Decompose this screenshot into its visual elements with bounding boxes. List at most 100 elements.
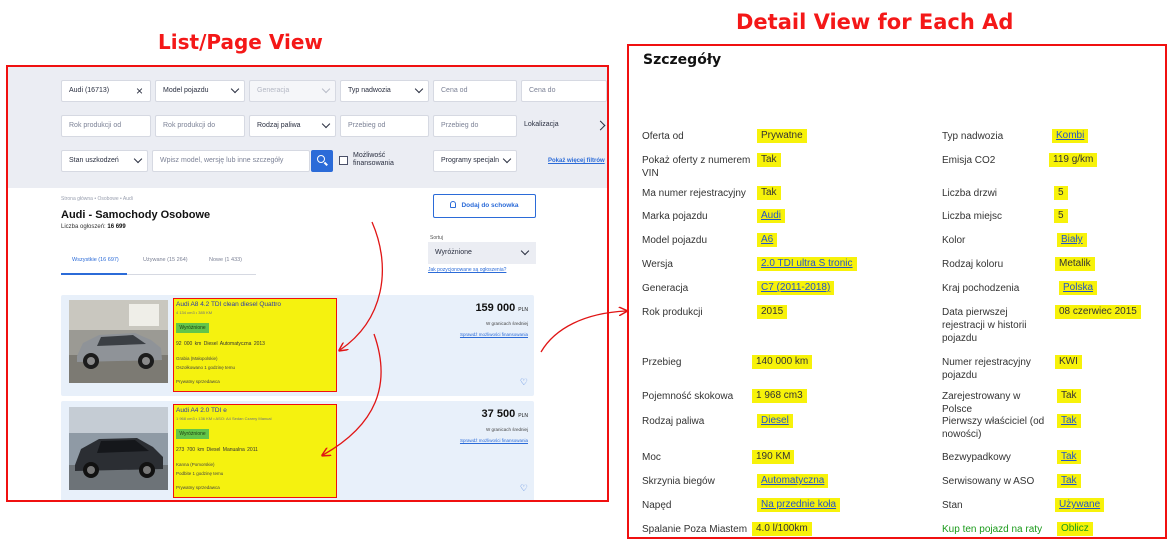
search-button[interactable] [311, 150, 333, 172]
detail-value-bezwypadkowy[interactable]: Tak [1057, 450, 1081, 464]
ad-title[interactable]: Audi A4 2.0 TDI e [176, 407, 227, 414]
detail-label-pojemnosc-skokowa: Pojemność skokowa [642, 391, 734, 402]
listing-item[interactable]: Audi A4 2.0 TDI e 1 968 cm3 • 136 KM • A… [61, 401, 534, 500]
damage-filter-label: Stan uszkodzeń [69, 157, 119, 164]
make-filter[interactable]: Audi (16713) × [61, 80, 151, 102]
canvas: List/Page View Detail View for Each Ad A… [0, 0, 1170, 540]
chevron-down-icon [414, 84, 424, 94]
ad-title[interactable]: Audi A8 4.2 TDI clean diesel Quattro [176, 301, 281, 308]
detail-label-rok-produkcji: Rok produkcji [642, 307, 703, 318]
ad-price: 37 500 PLN [481, 408, 528, 420]
detail-value-przebieg: 140 000 km [752, 355, 813, 369]
sort-select[interactable]: Wyróżnione [428, 242, 536, 264]
heart-icon[interactable]: ♡ [520, 377, 528, 388]
detail-value-numer-rejestracyjny-pojazdu: KWI [1055, 355, 1082, 369]
detail-value-typ-nadwozia[interactable]: Kombi [1052, 129, 1089, 143]
financing-link[interactable]: Sprawdź możliwości finansowania [460, 438, 528, 443]
detail-label-naped: Napęd [642, 500, 672, 511]
price-to-input[interactable]: Cena do [521, 80, 607, 102]
tab-used[interactable]: Używane (15 264) [143, 257, 188, 263]
detail-value-kolor[interactable]: Biały [1057, 233, 1087, 247]
detail-label-kolor: Kolor [942, 235, 966, 246]
detail-value-wersja[interactable]: 2.0 TDI ultra S tronic [757, 257, 857, 271]
detail-view-heading: Detail View for Each Ad [736, 10, 1014, 34]
active-tab-indicator [61, 273, 127, 275]
detail-value-kraj-pochodzenia[interactable]: Polska [1059, 281, 1098, 295]
clear-icon[interactable]: × [136, 81, 143, 101]
fuel-filter[interactable]: Rodzaj paliwa [249, 115, 336, 137]
listing-item[interactable]: Audi A8 4.2 TDI clean diesel Quattro 4 1… [61, 295, 534, 396]
price-from-input[interactable]: Cena od [433, 80, 517, 102]
detail-value-generacja[interactable]: C7 (2011-2018) [757, 281, 835, 295]
detail-label-przebieg: Przebieg [642, 357, 682, 368]
detail-value-liczba-drzwi: 5 [1054, 186, 1068, 200]
make-filter-value: Audi (16713) [69, 87, 110, 94]
car-photo[interactable] [69, 407, 168, 490]
add-to-favorites-button[interactable]: Dodaj do schowka [433, 194, 536, 218]
detail-value-serwisowany-w-aso[interactable]: Tak [1057, 474, 1081, 488]
generation-filter[interactable]: Generacja [249, 80, 336, 102]
ad-posted: Oszołkowano 1 godzinę temu [176, 365, 236, 370]
positioning-info-link[interactable]: Jak pozycjonowane są ogłoszenia? [428, 267, 506, 273]
sort-label: Sortuj [430, 235, 444, 241]
detail-value-rodzaj-paliwa[interactable]: Diesel [757, 414, 793, 428]
detail-value-liczba-miejsc: 5 [1054, 209, 1068, 223]
financing-checkbox[interactable] [339, 156, 348, 165]
detail-value-naped[interactable]: Na przednie koła [757, 498, 841, 512]
listing-count: Liczba ogłoszeń: 16 699 [61, 224, 126, 230]
tab-new[interactable]: Nowe (1 433) [209, 257, 242, 263]
detail-label-skrzynia-biegow: Skrzynia biegów [642, 476, 715, 487]
year-to-placeholder: Rok produkcji do [163, 122, 216, 129]
detail-value-pierwszy-w-asciciel-od-nowosci[interactable]: Tak [1057, 414, 1081, 428]
detail-label-generacja: Generacja [642, 283, 689, 294]
model-filter[interactable]: Model pojazdu [155, 80, 245, 102]
tab-all[interactable]: Wszystkie (16 697) [72, 257, 119, 263]
ad-posted: Podbite 1 godzinę temu [176, 471, 224, 476]
body-type-filter[interactable]: Typ nadwozia [340, 80, 429, 102]
chevron-down-icon [321, 119, 331, 129]
generation-filter-label: Generacja [257, 87, 290, 94]
keyword-search-input[interactable]: Wpisz model, wersję lub inne szczegóły [152, 150, 310, 172]
car-photo[interactable] [69, 300, 168, 383]
bell-icon [450, 201, 457, 208]
chevron-down-icon [502, 154, 512, 164]
detail-value-marka-pojazdu[interactable]: Audi [757, 209, 786, 223]
chevron-down-icon [133, 154, 143, 164]
financing-link[interactable]: Sprawdź możliwości finansowania [460, 332, 528, 337]
detail-value-kup-ten-pojazd-na-raty[interactable]: Oblicz [1057, 522, 1093, 536]
detail-label-emisja-co2: Emisja CO2 [942, 155, 996, 166]
detail-label-serwisowany-w-aso: Serwisowany w ASO [942, 476, 1035, 487]
detail-label-rodzaj-paliwa: Rodzaj paliwa [642, 416, 705, 427]
damage-filter[interactable]: Stan uszkodzeń [61, 150, 148, 172]
chevron-right-icon[interactable] [595, 120, 606, 131]
mileage-to-input[interactable]: Przebieg do [433, 115, 517, 137]
detail-value-stan[interactable]: Używane [1055, 498, 1105, 512]
more-filters-link[interactable]: Pokaż więcej filtrów [548, 158, 605, 164]
detail-label-marka-pojazdu: Marka pojazdu [642, 211, 708, 222]
detail-label-zarejestrowany-w-polsce: Zarejestrowany w Polsce [942, 391, 1021, 415]
financing-label: Możliwość finansowania [353, 152, 394, 167]
detail-value-pojemnosc-skokowa: 1 968 cm3 [752, 389, 807, 403]
detail-value-data-pierwszej-rejestracji-w-historii-pojazdu: 08 czerwiec 2015 [1055, 305, 1141, 319]
ad-seller: Prywatny sprzedawca [176, 485, 220, 490]
mileage-from-input[interactable]: Przebieg od [340, 115, 429, 137]
detail-value-skrzynia-biegow[interactable]: Automatyczna [757, 474, 829, 488]
fuel-filter-label: Rodzaj paliwa [257, 122, 301, 129]
detail-value-model-pojazdu[interactable]: A6 [757, 233, 778, 247]
detail-label-spalanie-poza-miastem: Spalanie Poza Miastem [642, 524, 748, 535]
heart-icon[interactable]: ♡ [520, 483, 528, 494]
ad-summary: Audi A4 2.0 TDI e 1 968 cm3 • 136 KM • A… [173, 404, 337, 498]
list-page-screenshot: Audi (16713) × Model pojazdu Generacja Ty… [6, 65, 609, 502]
programs-filter[interactable]: Programy specjaln [433, 150, 517, 172]
chevron-down-icon [520, 246, 530, 256]
detail-label-liczba-drzwi: Liczba drzwi [942, 188, 998, 199]
filters-panel: Audi (16713) × Model pojazdu Generacja Ty… [8, 67, 607, 188]
ad-subtitle: 1 968 cm3 • 136 KM • ASO: A4 Sedan Czarn… [176, 416, 272, 421]
year-to-input[interactable]: Rok produkcji do [155, 115, 245, 137]
year-from-input[interactable]: Rok produkcji od [61, 115, 151, 137]
breadcrumb[interactable]: Strona główna • Osobowe • Audi [61, 196, 133, 202]
detail-label-typ-nadwozia: Typ nadwozia [942, 131, 1004, 142]
location-filter[interactable]: Lokalizacja [524, 121, 559, 128]
detail-label-kraj-pochodzenia: Kraj pochodzenia [942, 283, 1020, 294]
featured-badge: Wyróżnione [176, 429, 209, 439]
